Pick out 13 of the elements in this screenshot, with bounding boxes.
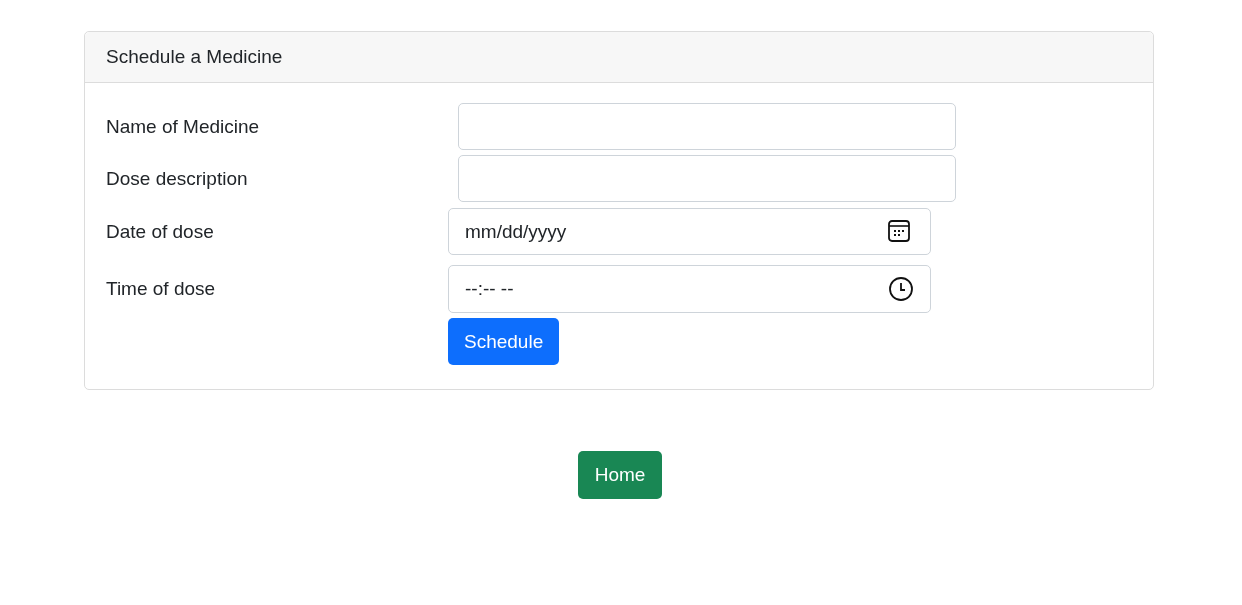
schedule-button[interactable]: Schedule	[448, 318, 560, 365]
field-label: Date of dose	[106, 220, 215, 243]
field-label: Dose description	[106, 167, 249, 190]
calendar-icon[interactable]	[888, 220, 910, 242]
input-field[interactable]	[458, 155, 956, 202]
date-field[interactable]: mm/dd/yyyy	[448, 208, 931, 255]
field-label: Time of dose	[106, 278, 217, 300]
input-field[interactable]	[458, 103, 956, 150]
home-button[interactable]: Home	[577, 451, 663, 499]
card-title: Schedule a Medicine	[106, 46, 283, 68]
field-label: Name of Medicine	[106, 115, 261, 138]
time-field[interactable]: --:-- --	[448, 265, 931, 313]
clock-icon[interactable]	[889, 277, 913, 301]
